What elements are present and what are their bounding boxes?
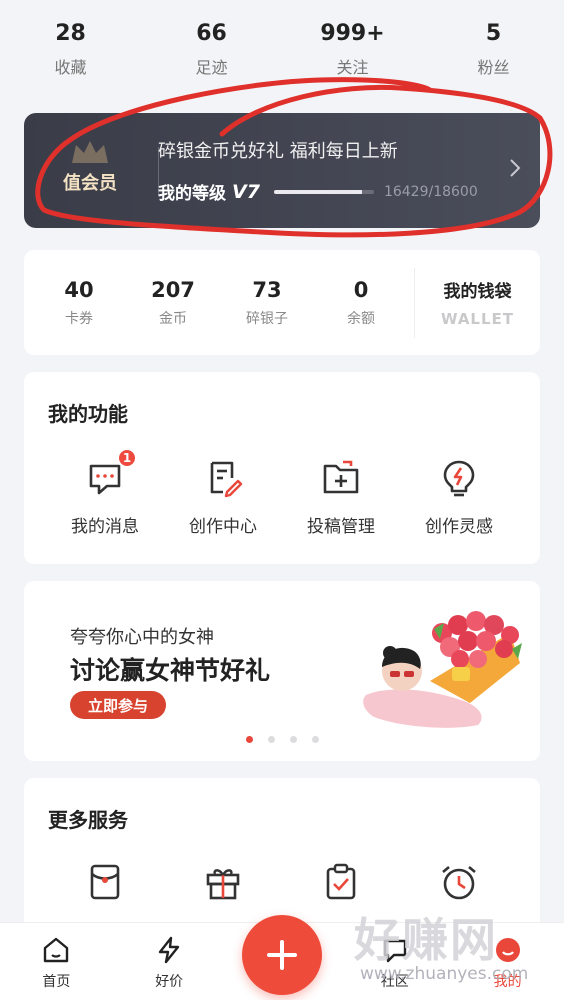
function-label: 投稿管理	[307, 517, 375, 537]
service-red-envelope[interactable]	[46, 862, 164, 902]
my-wallet-button[interactable]: 我的钱袋 WALLET	[415, 250, 540, 355]
alarm-clock-icon	[439, 862, 479, 902]
stat-label: 关注	[336, 58, 369, 77]
stat-value: 5	[485, 21, 502, 46]
stat-label: 足迹	[195, 58, 228, 77]
lightning-icon	[158, 936, 180, 963]
wallet-subtitle: WALLET	[440, 310, 515, 328]
carousel-dot[interactable]	[311, 736, 319, 743]
folder-add-icon	[321, 458, 361, 498]
vip-level-row: 我的等级 V7 16429/18600	[158, 179, 478, 205]
function-submission-manage[interactable]: 投稿管理	[282, 458, 400, 537]
red-envelope-icon	[85, 862, 125, 902]
community-icon	[383, 939, 406, 962]
service-reminder[interactable]	[400, 862, 518, 902]
stat-followers[interactable]: 5 粉丝	[423, 0, 564, 100]
stat-value: 28	[55, 21, 86, 46]
plus-icon	[267, 940, 297, 970]
tab-deals[interactable]: 好价	[113, 923, 226, 1000]
banner-title: 讨论赢女神节好礼	[70, 656, 271, 685]
tab-me[interactable]: 我的	[451, 923, 564, 1000]
tab-community[interactable]: 社区	[338, 923, 451, 1000]
tab-home[interactable]: 首页	[0, 923, 113, 1000]
wallet-value: 73	[252, 277, 282, 302]
vip-progress-bar	[273, 189, 374, 194]
tab-label: 我的	[493, 973, 522, 990]
wallet-balance[interactable]: 0 余额	[314, 250, 408, 355]
wallet-value: 40	[64, 277, 94, 302]
stat-label: 收藏	[54, 58, 87, 77]
carousel-dot[interactable]	[289, 736, 297, 743]
wallet-value: 0	[353, 277, 369, 302]
crown-icon	[72, 141, 108, 163]
creation-icon	[203, 458, 243, 498]
stat-label: 粉丝	[477, 58, 510, 77]
vip-promo-text: 碎银金币兑好礼 福利每日上新	[158, 141, 398, 162]
join-now-button[interactable]: 立即参与	[70, 691, 166, 719]
clipboard-check-icon	[321, 862, 361, 902]
wallet-title: 我的钱袋	[443, 282, 512, 302]
gift-icon	[203, 862, 243, 902]
lightbulb-icon	[439, 458, 479, 498]
vip-level-badge: V7	[232, 180, 260, 203]
function-my-messages[interactable]: 1 我的消息	[46, 448, 164, 537]
function-creative-inspiration[interactable]: 创作灵感	[400, 458, 518, 537]
vip-membership-card[interactable]: 值会员 碎银金币兑好礼 福利每日上新 我的等级 V7 16429/18600	[24, 113, 540, 228]
more-services-card: 更多服务	[24, 778, 540, 938]
wallet-card: 40 卡券 207 金币 73 碎银子 0 余额 我的钱袋 WALLET	[24, 250, 540, 355]
stat-value: 66	[196, 21, 227, 46]
banner-subtitle: 夸夸你心中的女神	[70, 627, 214, 648]
function-label: 创作灵感	[425, 517, 493, 537]
wallet-label: 余额	[347, 310, 375, 327]
chevron-right-icon	[510, 159, 521, 177]
profile-icon	[495, 937, 520, 962]
carousel-dot[interactable]	[245, 736, 253, 743]
service-checkin[interactable]	[282, 862, 400, 902]
wallet-gold-coins[interactable]: 207 金币	[126, 250, 220, 355]
tab-label: 好价	[155, 973, 184, 990]
carousel-dot[interactable]	[267, 736, 275, 743]
stat-favorites[interactable]: 28 收藏	[0, 0, 141, 100]
promo-banner[interactable]: 夸夸你心中的女神 讨论赢女神节好礼 立即参与	[24, 581, 540, 761]
vip-points: 16429/18600	[383, 183, 478, 200]
wallet-label: 碎银子	[246, 310, 288, 327]
service-gift[interactable]	[164, 862, 282, 902]
wallet-label: 金币	[159, 310, 187, 327]
notification-badge: 1	[117, 448, 137, 468]
wallet-silver[interactable]: 73 碎银子	[220, 250, 314, 355]
home-icon	[44, 937, 69, 962]
vip-progress-fill	[273, 189, 362, 194]
function-label: 创作中心	[189, 517, 257, 537]
section-title: 我的功能	[48, 402, 128, 426]
message-icon: 1	[85, 448, 137, 498]
stat-following[interactable]: 999+ 关注	[282, 0, 423, 100]
tab-label: 首页	[42, 973, 71, 990]
functions-grid: 1 我的消息 创作中心 投稿管理 创作灵感	[24, 448, 540, 537]
create-post-button[interactable]	[242, 915, 322, 995]
vip-brand: 值会员	[42, 137, 138, 207]
flower-bouquet-illustration	[363, 611, 522, 728]
profile-stats: 28 收藏 66 足迹 999+ 关注 5 粉丝	[0, 0, 564, 100]
tab-label: 社区	[380, 973, 409, 990]
wallet-coupons[interactable]: 40 卡券	[32, 250, 126, 355]
function-creation-center[interactable]: 创作中心	[164, 458, 282, 537]
function-label: 我的消息	[71, 517, 139, 537]
vip-level-label: 我的等级	[158, 184, 226, 204]
vip-title: 值会员	[63, 173, 117, 194]
stat-value: 999+	[320, 21, 385, 46]
services-grid	[24, 862, 540, 902]
wallet-label: 卡券	[65, 310, 93, 327]
my-functions-card: 我的功能 1 我的消息 创作中心 投稿管理 创作灵感	[24, 372, 540, 564]
section-title: 更多服务	[48, 808, 128, 832]
stat-history[interactable]: 66 足迹	[141, 0, 282, 100]
carousel-dots	[24, 736, 540, 743]
wallet-value: 207	[151, 277, 195, 302]
